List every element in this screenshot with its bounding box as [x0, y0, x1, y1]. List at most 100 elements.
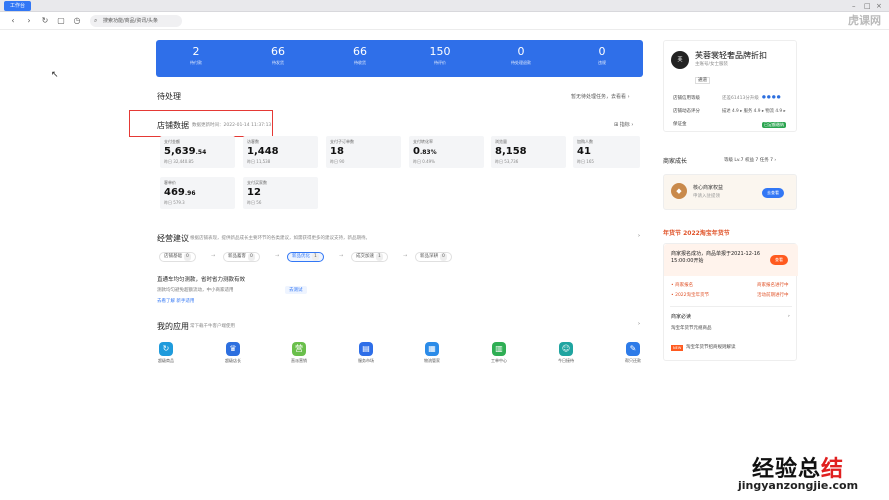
advice-item-links[interactable]: 去看了解 新手适用: [157, 298, 194, 304]
metric-card[interactable]: 支付子订单数 18 昨日 90: [326, 136, 401, 168]
app-logistics[interactable]: ▦ 物流管家: [412, 342, 452, 364]
must-read-item[interactable]: 淘宝年货节元规商品: [671, 326, 712, 332]
metric-card[interactable]: 支付转化率 0.83% 昨日 0.49%: [409, 136, 484, 168]
search-icon: ⌕: [94, 17, 98, 24]
festival-row-left: • 商家报名: [671, 283, 694, 288]
festival-hot-item[interactable]: 淘宝年货节招商规则解读: [686, 345, 736, 351]
stat-item[interactable]: 66 待发货: [248, 45, 308, 67]
market-icon: ▤: [359, 342, 373, 356]
stat-item[interactable]: 0 违规: [572, 45, 632, 67]
advice-tab[interactable]: 新品深耕 0: [415, 252, 452, 262]
metric-card[interactable]: 支付买家数 12 昨日 56: [243, 177, 318, 209]
todo-link[interactable]: 暂无待处理任务，去看看 ›: [571, 93, 630, 100]
festival-row-right: 活动前期进行中: [757, 293, 789, 298]
metric-card[interactable]: 浏览量 8,158 昨日 53,736: [491, 136, 566, 168]
metric-card[interactable]: 客单价 469.96 昨日 579.3: [160, 177, 235, 209]
deposit-label: 保证金: [673, 122, 687, 127]
advice-more-icon[interactable]: ›: [638, 233, 640, 239]
logistics-icon: ▦: [425, 342, 439, 356]
site-url: jingyanzongjie.com: [738, 479, 859, 492]
app-marketing[interactable]: 营直派营销: [279, 342, 319, 364]
title-bar: 工作台 – □ ×: [0, 0, 889, 12]
metric-card[interactable]: 加购人数 41 昨日 165: [573, 136, 640, 168]
must-read-title: 商家必读: [671, 314, 692, 320]
credit-value: 还差61413分升级: [722, 96, 759, 101]
app-service-market[interactable]: ▤ 服务市场: [346, 342, 386, 364]
crown-icon: ♛: [226, 342, 240, 356]
growth-card-sub: 申请入驻提领: [693, 194, 720, 199]
must-read-more-icon[interactable]: ›: [788, 314, 790, 320]
refresh-icon: ↻: [159, 342, 173, 356]
screen: 工作台 – □ × ‹ › ↻ ▢ ◷ ⌕ 搜索功能/商品/资讯/头条 虎课网 …: [0, 0, 889, 500]
festival-notice: 商家报名成功，商品单报于2021-12-16 15:00:00开始: [671, 251, 761, 264]
indicator-button[interactable]: ⊞ 指标 ›: [614, 121, 633, 128]
advice-tab[interactable]: 店铺基础 0: [159, 252, 196, 262]
app-super-manager[interactable]: ♛ 超级店长: [213, 342, 253, 364]
growth-title: 商家成长: [663, 158, 688, 165]
advice-tab[interactable]: 新品蓄客 0: [223, 252, 260, 262]
diamond-icon: ●●●●: [762, 95, 782, 100]
ticket-icon: ▥: [492, 342, 506, 356]
todo-title: 待处理: [157, 92, 181, 101]
edit-icon: ✎: [626, 342, 640, 356]
dsr-label: 店铺动态评分: [673, 109, 700, 114]
shop-tag[interactable]: 通道: [695, 77, 710, 84]
apps-more-icon[interactable]: ›: [638, 321, 640, 327]
advice-item-title: 直通车均匀测款，省时省力测款有效: [157, 277, 246, 283]
apps-title: 我的应用: [157, 322, 189, 331]
advice-desc: 根据店铺表现，提供新品成长主要环节的各类建议，如需获得更多的建议支持，新品期待。: [190, 236, 370, 241]
festival-title: 年货节 2022淘宝年货节: [663, 230, 730, 237]
close-icon[interactable]: ×: [876, 1, 882, 11]
deposit-status: 已足额缴纳: [762, 122, 786, 128]
growth-card[interactable]: ◆ 核心商家权益 申请入驻提领 去查看: [663, 174, 797, 210]
stat-item[interactable]: 2 待付款: [166, 45, 226, 67]
festival-card: 商家报名成功，商品单报于2021-12-16 15:00:00开始 查看 • 商…: [663, 243, 798, 361]
shop-sub: 主账号/女士服装: [695, 62, 729, 67]
advice-tab[interactable]: 成交加速 1: [351, 252, 388, 262]
app-reception[interactable]: ☺ 今日接待: [546, 342, 586, 364]
hot-badge: NEW: [671, 345, 684, 351]
growth-card-title: 核心商家权益: [693, 185, 724, 191]
metric-card[interactable]: 访客数 1,448 昨日 11,538: [243, 136, 318, 168]
metric-card[interactable]: 支付金额 5,639.54 昨日 32,440.85: [160, 136, 235, 168]
marketing-icon: 营: [292, 342, 306, 356]
festival-row-left: • 2022淘宝年货节: [671, 293, 710, 298]
maximize-icon[interactable]: □: [864, 1, 871, 11]
app-repay[interactable]: ✎ 帮只还款: [613, 342, 653, 364]
order-stats-card: 2 待付款 66 待发货 66 待收货 150 待评价 0 待处理退款 0 违规: [156, 40, 643, 77]
advice-try-button[interactable]: 去测试: [285, 286, 307, 294]
forward-icon[interactable]: ›: [24, 16, 34, 26]
watermark-logo: 虎课网: [848, 14, 881, 27]
dsr-value: 描述 4.9 ▸ 服务 4.9 ▸ 物流 4.9 ▸: [722, 109, 786, 114]
search-input[interactable]: ⌕ 搜索功能/商品/资讯/头条: [90, 15, 182, 27]
mouse-cursor-icon: ↖: [51, 70, 59, 80]
shop-data-title: 店铺数据: [157, 121, 189, 130]
stat-item[interactable]: 0 待处理退款: [491, 45, 551, 67]
tab-workbench[interactable]: 工作台: [4, 1, 32, 11]
shop-data-updated: 数据更新时间：2022-01-14 11:37:13: [192, 123, 272, 128]
refresh-icon[interactable]: ↻: [40, 16, 50, 26]
rights-icon: ◆: [671, 183, 687, 199]
back-icon[interactable]: ‹: [8, 16, 18, 26]
stat-item[interactable]: 66 待收货: [330, 45, 390, 67]
advice-tab-active[interactable]: 新品优化 1: [287, 252, 324, 262]
advice-title: 经营建议: [157, 234, 189, 243]
minimize-icon[interactable]: –: [852, 1, 856, 11]
stat-item[interactable]: 150 待评价: [410, 45, 470, 67]
shop-name: 芙蓉裳轻奢品牌折扣: [695, 51, 767, 60]
shop-profile-card: 芙 芙蓉裳轻奢品牌折扣 主账号/女士服装 通道 店铺信用等级 还差61413分升…: [663, 40, 797, 132]
growth-stats[interactable]: 等级 Lv.7 权益 7 任务 7 ›: [724, 157, 776, 163]
search-placeholder: 搜索功能/商品/资讯/头条: [103, 18, 159, 24]
growth-view-button[interactable]: 去查看: [762, 188, 784, 198]
app-super-product[interactable]: ↻ 超级商品: [146, 342, 186, 364]
person-icon: ☺: [559, 342, 573, 356]
history-icon[interactable]: ◷: [72, 16, 82, 26]
festival-row-right: 商家报名进行中: [757, 283, 789, 288]
festival-view-button[interactable]: 查看: [770, 255, 788, 265]
app-ticket-center[interactable]: ▥ 工单中心: [479, 342, 519, 364]
advice-item-desc: 测款均匀避免超额流动，中小商家适用: [157, 288, 234, 293]
bookmark-icon[interactable]: ▢: [56, 16, 66, 26]
apps-desc: 常下载千牛客户端使用: [190, 324, 235, 329]
credit-label: 店铺信用等级: [673, 96, 700, 101]
shop-avatar[interactable]: 芙: [671, 51, 689, 69]
